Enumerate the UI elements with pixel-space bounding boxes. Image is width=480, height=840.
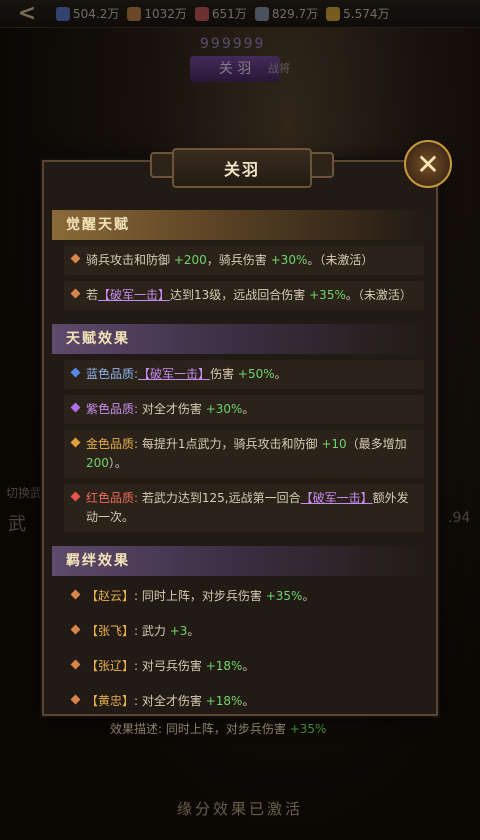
diamond-bullet-icon: [70, 624, 81, 635]
bond-entry: 【张飞】: 武力 +3。: [64, 617, 424, 646]
talent-entry-purple: 紫色品质: 对全才伤害 +30%。: [64, 395, 424, 424]
section-awaken-heading: 觉醒天赋: [52, 210, 428, 240]
skill-link[interactable]: 【破军一击】: [138, 367, 210, 381]
diamond-bullet-icon: [70, 437, 81, 448]
diamond-bullet-icon: [70, 402, 81, 413]
modal-title: 关羽: [172, 148, 312, 188]
awaken-entry: 若【破军一击】达到13级，远战回合伤害 +35%。（未激活）: [64, 281, 424, 310]
diamond-bullet-icon: [70, 659, 81, 670]
bond-effect-description: 效果描述: 同时上阵，对步兵伤害 +35%: [110, 722, 327, 736]
diamond-bullet-icon: [70, 367, 81, 378]
close-button[interactable]: ✕: [404, 140, 452, 188]
hero-detail-modal: 关羽 ✕ 觉醒天赋 骑兵攻击和防御 +200，骑兵伤害 +30%。（未激活） 若…: [42, 140, 452, 716]
skill-link[interactable]: 【破军一击】: [98, 288, 170, 302]
close-icon: ✕: [416, 147, 440, 181]
modal-content: 觉醒天赋 骑兵攻击和防御 +200，骑兵伤害 +30%。（未激活） 若【破军一击…: [52, 202, 428, 708]
bond-entry: 【赵云】: 同时上阵，对步兵伤害 +35%。: [64, 582, 424, 611]
talent-entry-gold: 金色品质: 每提升1点武力，骑兵攻击和防御 +10（最多增加 200）。: [64, 430, 424, 478]
diamond-bullet-icon: [70, 253, 81, 264]
diamond-bullet-icon: [70, 288, 81, 299]
bond-entry: 【黄忠】: 对全才伤害 +18%。: [64, 687, 424, 716]
bond-activated-label: 缘分效果已激活: [176, 800, 303, 818]
talent-entry-red: 红色品质: 若武力达到125,远战第一回合【破军一击】额外发动一次。: [64, 484, 424, 532]
awaken-entry: 骑兵攻击和防御 +200，骑兵伤害 +30%。（未激活）: [64, 246, 424, 275]
section-bond-heading: 羁绊效果: [52, 546, 428, 576]
section-talent-heading: 天赋效果: [52, 324, 428, 354]
bond-entry: 【张辽】: 对弓兵伤害 +18%。: [64, 652, 424, 681]
skill-link[interactable]: 【破军一击】: [301, 491, 373, 505]
diamond-bullet-icon: [70, 491, 81, 502]
diamond-bullet-icon: [70, 589, 81, 600]
diamond-bullet-icon: [70, 694, 81, 705]
talent-entry-blue: 蓝色品质:【破军一击】伤害 +50%。: [64, 360, 424, 389]
